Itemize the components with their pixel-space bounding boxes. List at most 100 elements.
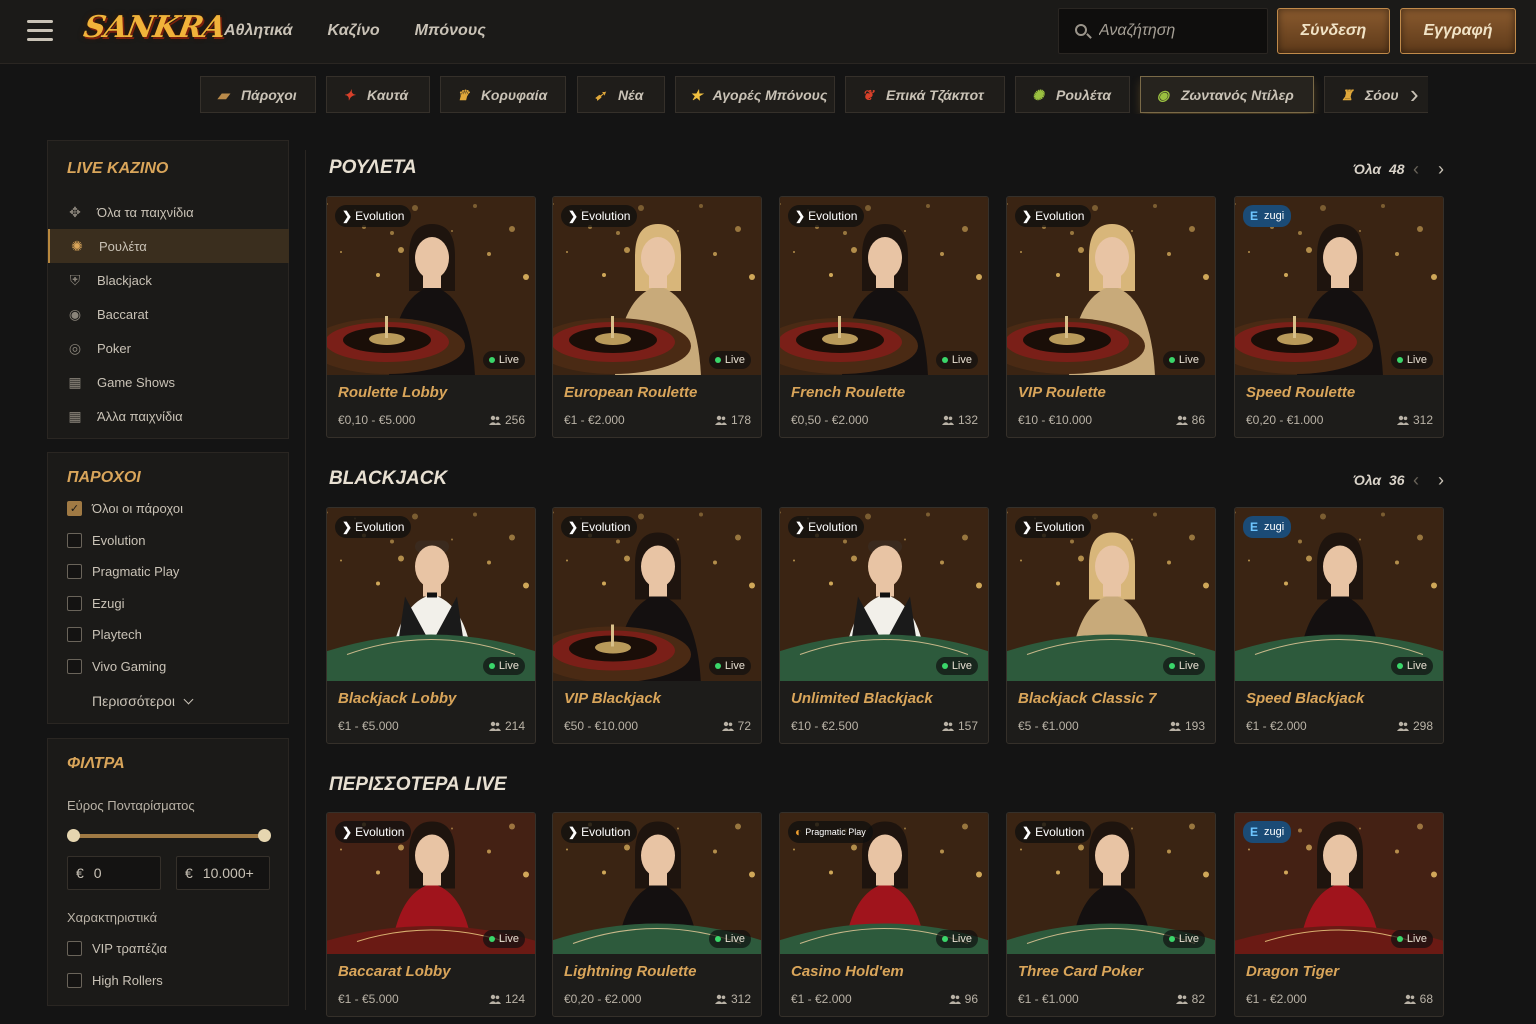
category-horn[interactable]: ➹ Νέα [577,76,665,113]
nav-bonuses[interactable]: Μπόνους [415,22,486,40]
checkbox-icon[interactable] [67,564,82,580]
sidebar-item-6[interactable]: ▦ Άλλα παιχνίδια [48,399,289,433]
see-all-link[interactable]: Όλα 36 [1353,472,1405,488]
checkbox-icon[interactable] [67,973,82,988]
game-card[interactable]: ❯ Evolution Live Unlimited Blackjack €10 … [779,507,989,744]
chevron-right-icon[interactable]: › [1438,471,1444,489]
sidebar-item-5[interactable]: ▦ Game Shows [48,365,289,399]
chevron-left-icon[interactable]: ‹ [1413,471,1419,489]
game-card[interactable]: ❯ Evolution Live Lightning Roulette €0,20… [552,812,762,1017]
player-count: 312 [1396,413,1433,427]
bet-range: €10 - €10.000 [1018,413,1093,427]
provider-badge: ❯ Evolution [561,516,638,538]
category-strip: ▰ Πάροχοι ✦ Καυτά ♛ Κορυφαία ➹ Νέα ★ Αγορές Μπόνο… [200,76,1428,114]
see-all-link[interactable]: Όλα 48 [1353,161,1405,177]
users-icon [488,415,501,425]
providers-more-label: Περισσότεροι [92,693,175,709]
chevron-right-icon[interactable]: › [1410,81,1424,107]
chevron-right-icon[interactable]: › [1438,160,1444,178]
provider-checkbox[interactable]: Ezugi [67,595,125,611]
feature-checkbox[interactable]: VIP τραπέζια [67,941,167,956]
category-chip[interactable]: ◉ Ζωντανός Ντίλερ [1140,76,1314,113]
game-thumbnail: ❯ Evolution Live [1007,508,1215,681]
building-icon: ▦ [68,374,82,390]
category-label: Επικά Τζάκποτ [886,86,984,103]
checkbox-icon[interactable]: ✓ [67,501,82,516]
live-dot-icon [1168,357,1175,363]
checkbox-icon[interactable] [67,659,82,674]
checkbox-icon[interactable] [67,627,82,643]
feature-checkbox[interactable]: High Rollers [67,973,163,988]
provider-name: Evolution [1035,520,1085,534]
category-crown[interactable]: ♛ Κορυφαία [440,76,566,113]
game-card[interactable]: ❯ Evolution Live French Roulette €0,50 - … [779,196,989,438]
star-icon: ★ [690,86,703,103]
game-card[interactable]: ◐ Pragmatic Play Live Casino Hold'em €1 -… [779,812,989,1017]
provider-badge: ❯ Evolution [788,516,865,538]
provider-checkbox[interactable]: Pragmatic Play [67,564,180,580]
providers-more-button[interactable]: Περισσότεροι [92,693,194,709]
users-icon [714,994,727,1004]
game-title: Blackjack Classic 7 [1018,690,1157,707]
logo[interactable]: SANKRA [81,10,228,45]
provider-checkbox[interactable]: ✓ Όλοι οι πάροχοι [67,501,183,516]
provider-checkbox[interactable]: Vivo Gaming [67,659,166,674]
bet-range: €1 - €5.000 [338,719,399,733]
game-card[interactable]: ❯ Evolution Live European Roulette €1 - €… [552,196,762,438]
game-thumbnail: EEzugizugi Live [1235,508,1443,681]
evolution-logo-icon: ❯ [342,209,353,223]
provider-name: Evolution [1035,209,1085,223]
min-bet-input[interactable]: € 0 [67,856,161,890]
game-card[interactable]: ❯ Evolution Live Blackjack Lobby €1 - €5.… [326,507,536,744]
sidebar-item-3[interactable]: ◉ Baccarat [48,297,289,331]
chevron-left-icon[interactable]: ‹ [1413,160,1419,178]
player-count-value: 82 [1191,992,1205,1006]
login-button[interactable]: Σύνδεση [1277,8,1390,54]
see-all-label: Όλα [1353,472,1382,488]
providers-panel: ΠΑΡΟΧΟΙ ✓ Όλοι οι πάροχοι Evolution Pragmat… [47,452,289,724]
live-badge: Live [1162,351,1205,369]
search-input[interactable] [1099,19,1259,43]
search-icon [1075,24,1087,36]
game-card[interactable]: ❯ Evolution Live Roulette Lobby €0,10 - €… [326,196,536,438]
provider-checkbox[interactable]: Playtech [67,627,142,643]
sidebar-item-2[interactable]: ⛨ Blackjack [48,263,289,297]
category-book[interactable]: ▰ Πάροχοι [200,76,316,113]
category-chili[interactable]: ✦ Καυτά [326,76,430,113]
live-badge: Live [935,930,978,948]
provider-label: Pragmatic Play [92,564,180,580]
slider-max-handle[interactable] [258,829,271,842]
bet-range-slider[interactable] [67,829,271,842]
register-button[interactable]: Εγγραφή [1400,8,1516,54]
game-card[interactable]: ❯ Evolution Live Blackjack Classic 7 €5 -… [1006,507,1216,744]
game-card[interactable]: EEzugizugi Live Speed Blackjack €1 - €2.… [1234,507,1444,744]
checkbox-icon[interactable] [67,532,82,548]
game-card[interactable]: ❯ Evolution Live Three Card Poker €1 - €1… [1006,812,1216,1017]
game-card[interactable]: ❯ Evolution Live VIP Blackjack €50 - €10.… [552,507,762,744]
provider-checkbox[interactable]: Evolution [67,532,146,548]
game-card[interactable]: ❯ Evolution Live Baccarat Lobby €1 - €5.0… [326,812,536,1017]
game-card[interactable]: ❯ Evolution Live VIP Roulette €10 - €10.0… [1006,196,1216,438]
bet-range: €5 - €1.000 [1018,719,1079,733]
game-card[interactable]: EEzugizugi Live Dragon Tiger €1 - €2.000… [1234,812,1444,1017]
sidebar-item-1[interactable]: ✺ Ρουλέτα [48,229,289,263]
category-roulette[interactable]: ✺ Ρουλέτα [1015,76,1130,113]
slider-min-handle[interactable] [67,829,80,842]
category-pepper[interactable]: ❦ Επικά Τζάκποτ [845,76,1005,113]
provider-name: Evolution [355,520,405,534]
checkbox-icon[interactable] [67,595,82,611]
roulette-icon: ✺ [71,238,83,254]
nav-sports[interactable]: Αθλητικά [224,22,293,40]
menu-icon[interactable] [27,20,53,42]
provider-label: Evolution [92,532,146,548]
category-star[interactable]: ★ Αγορές Μπόνους [675,76,835,113]
nav-casino[interactable]: Καζίνο [328,22,380,40]
max-bet-input[interactable]: € 10.000+ [176,856,270,890]
section-title: ΠΕΡΙΣΣΟΤΕΡΑ LIVE [329,774,507,795]
provider-badge: EEzugizugi [1243,821,1292,843]
game-card[interactable]: EEzugizugi Live Speed Roulette €0,20 - €… [1234,196,1444,438]
provider-label: Vivo Gaming [92,659,167,674]
sidebar-item-0[interactable]: ✥ Όλα τα παιχνίδια [48,195,289,229]
sidebar-item-4[interactable]: ◎ Poker [48,331,289,365]
checkbox-icon[interactable] [67,941,82,956]
